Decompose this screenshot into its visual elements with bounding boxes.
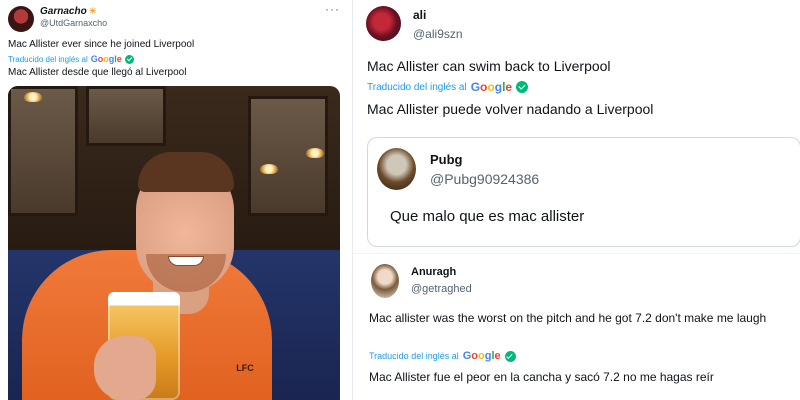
anuragh-avatar[interactable] <box>371 264 399 298</box>
reply-author-handle[interactable]: @ali9szn <box>413 27 463 41</box>
author-name[interactable]: Garnacho ☀ <box>40 6 97 17</box>
translation-notice[interactable]: Traducido del inglés al Google <box>367 80 529 94</box>
anuragh-name[interactable]: Anuragh <box>411 266 456 278</box>
anuragh-handle[interactable]: @getraghed <box>411 283 472 295</box>
reply-translated-text: Mac Allister puede volver nadando a Live… <box>367 101 654 117</box>
hand <box>94 336 156 400</box>
tweet-photo[interactable]: LFC <box>8 86 340 400</box>
lamp-icon <box>306 148 324 158</box>
left-tweet: Garnacho ☀ @UtdGarnaxcho ··· Mac Allister… <box>0 0 352 400</box>
author-handle[interactable]: @UtdGarnaxcho <box>40 18 107 28</box>
quoted-author-handle[interactable]: @Pubg90924386 <box>430 171 539 187</box>
right-thread: ali @ali9szn Mac Allister can swim back … <box>352 0 800 400</box>
translated-text: Mac Allister desde que llegó al Liverpoo… <box>8 67 187 78</box>
quoted-author-avatar[interactable] <box>377 148 416 190</box>
pub-window <box>86 86 166 146</box>
google-logo-icon: Google <box>90 54 122 64</box>
author-name-text[interactable]: Garnacho <box>40 6 87 17</box>
verified-check-icon <box>124 54 134 64</box>
pub-window <box>8 86 78 216</box>
google-logo-icon: Google <box>470 80 513 94</box>
quoted-text: Que malo que es mac allister <box>390 208 585 225</box>
author-avatar[interactable] <box>8 6 34 32</box>
hair <box>138 152 234 192</box>
translation-label: Traducido del inglés al <box>8 54 88 64</box>
quoted-author-name[interactable]: Pubg <box>430 152 463 167</box>
tweet-text: Mac Allister ever since he joined Liverp… <box>8 39 195 50</box>
anuragh-text: Mac allister was the worst on the pitch … <box>369 311 767 325</box>
lamp-icon <box>260 164 278 174</box>
smile <box>168 256 204 266</box>
divider <box>353 253 800 254</box>
reply-author-name[interactable]: ali <box>413 8 426 22</box>
reply-text: Mac Allister can swim back to Liverpool <box>367 58 611 74</box>
lamp-icon <box>24 92 42 102</box>
anuragh-translated-text: Mac Allister fue el peor en la cancha y … <box>369 370 714 384</box>
translation-label: Traducido del inglés al <box>369 351 459 361</box>
liverpool-crest-icon: LFC <box>236 363 254 373</box>
google-logo-icon: Google <box>462 350 501 362</box>
more-options-icon[interactable]: ··· <box>325 2 340 16</box>
reply-author-avatar[interactable] <box>366 6 401 41</box>
verified-check-icon <box>516 81 529 93</box>
translation-notice[interactable]: Traducido del inglés al Google <box>369 350 516 362</box>
translation-notice[interactable]: Traducido del inglés al Google <box>8 54 134 64</box>
translation-label: Traducido del inglés al <box>367 81 467 93</box>
sun-icon: ☀ <box>88 6 97 16</box>
quoted-tweet[interactable]: Pubg @Pubg90924386 Que malo que es mac a… <box>367 137 800 247</box>
verified-check-icon <box>504 350 516 362</box>
